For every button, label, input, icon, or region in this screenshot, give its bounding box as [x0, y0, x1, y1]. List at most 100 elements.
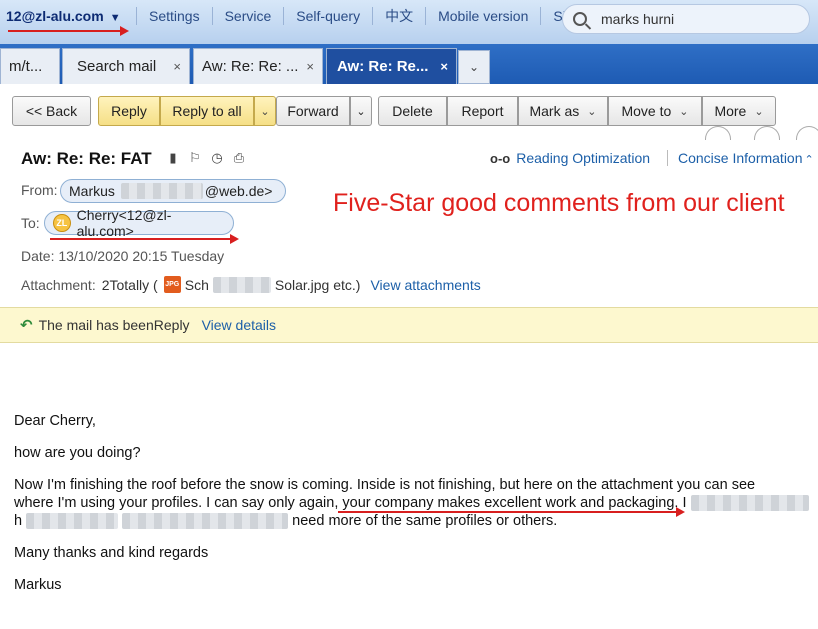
forward-label: Forward — [287, 103, 339, 119]
reply-button[interactable]: Reply — [98, 96, 160, 126]
date-row: Date: 13/10/2020 20:15 Tuesday — [21, 248, 224, 264]
from-chip[interactable]: Markus @web.de> — [60, 179, 286, 203]
search-input[interactable] — [601, 11, 791, 27]
forward-dropdown[interactable]: ⌄ — [350, 96, 372, 126]
tab-label: Aw: Re: Re... — [337, 58, 429, 75]
delete-label: Delete — [392, 103, 433, 119]
reply-all-dropdown[interactable]: ⌄ — [254, 96, 276, 126]
tab-label: Search mail — [77, 58, 157, 75]
account-email: 12@zl-alu.com — [6, 8, 104, 24]
chevron-down-icon: ▼ — [109, 12, 121, 24]
tab-label: m/t... — [9, 58, 43, 75]
service-link[interactable]: Service — [211, 7, 284, 25]
report-label: Report — [461, 103, 504, 119]
forward-button[interactable]: Forward — [276, 96, 350, 126]
tab-search-mail[interactable]: Search mail × — [62, 48, 190, 84]
attachment-label: Attachment: — [21, 276, 96, 293]
back-button[interactable]: << Back — [12, 96, 91, 126]
annotation-underline-praise — [338, 511, 676, 513]
move-to-button[interactable]: Move to ⌄ — [608, 96, 702, 126]
concise-information-label: Concise Information — [678, 150, 803, 166]
reply-arrow-icon: ↶ — [20, 317, 33, 334]
move-to-label: Move to — [621, 103, 672, 119]
mobile-version-link[interactable]: Mobile version — [425, 7, 540, 25]
redacted-block — [122, 513, 289, 530]
attachment-count: 2Totally ( — [101, 276, 158, 293]
annotation-arrow-icon — [676, 507, 685, 517]
annotation-underline-to — [50, 238, 230, 240]
subject-actions: ▮ ⚐ ◷ ⎙ — [166, 151, 246, 165]
tab-mail-1[interactable]: Aw: Re: Re: ... × — [193, 48, 323, 84]
jpg-file-icon: JPG — [163, 276, 181, 293]
date-value: 13/10/2020 20:15 Tuesday — [58, 248, 225, 264]
chevron-down-icon: ⌄ — [356, 105, 366, 118]
flag-icon[interactable]: ⚐ — [188, 151, 202, 165]
reply-all-label: Reply to all — [172, 103, 242, 119]
chevron-down-icon: ⌄ — [468, 60, 480, 74]
self-query-link[interactable]: Self-query — [283, 7, 372, 25]
redacted-block — [212, 276, 271, 293]
more-label: More — [714, 103, 747, 119]
view-attachments-link[interactable]: View attachments — [370, 277, 480, 293]
to-value: Cherry<12@zl-alu.com> — [76, 207, 172, 239]
date-label: Date: — [21, 248, 55, 264]
attachment-name-suffix: Solar.jpg etc.) — [274, 276, 361, 293]
body-line: need more of the same profiles or others… — [292, 513, 558, 529]
body-line: how are you doing? — [14, 445, 141, 461]
report-button[interactable]: Report — [447, 96, 518, 126]
chinese-link[interactable]: 中文 — [372, 7, 425, 25]
chevron-down-icon: ⌄ — [587, 105, 597, 118]
redacted-block — [690, 495, 809, 512]
mark-as-button[interactable]: Mark as ⌄ — [518, 96, 608, 126]
clock-icon[interactable]: ◷ — [210, 151, 224, 165]
redacted-block — [26, 513, 119, 530]
tab-bar: m/t... Search mail × Aw: Re: Re: ... × A… — [0, 44, 818, 84]
redacted-block — [120, 183, 203, 199]
to-chip[interactable]: ZL Cherry<12@zl-alu.com> — [44, 207, 234, 239]
account-menu[interactable]: 12@zl-alu.com ▼ — [6, 8, 121, 24]
closing: Many thanks and kind regards — [14, 545, 209, 561]
attachment-row: Attachment: 2Totally ( JPG Sch Solar.jpg… — [21, 276, 481, 293]
bookmark-icon[interactable]: ▮ — [166, 151, 180, 165]
tab-inbox[interactable]: m/t... — [0, 48, 60, 84]
reading-optimization-link[interactable]: o-o Reading Optimization — [490, 150, 650, 166]
top-links: Settings Service Self-query 中文 Mobile ve… — [136, 7, 617, 25]
tab-label: Aw: Re: Re: ... — [202, 58, 299, 75]
glasses-icon: o-o — [490, 150, 511, 166]
mail-toolbar: << Back Reply Reply to all ⌄ Forward ⌄ D… — [0, 84, 818, 142]
delete-button[interactable]: Delete — [378, 96, 447, 126]
mark-as-label: Mark as — [529, 103, 580, 119]
search-icon[interactable] — [573, 12, 587, 26]
annotation-underline-account — [8, 30, 120, 32]
settings-link[interactable]: Settings — [136, 7, 212, 25]
tabs-overflow-button[interactable]: ⌄ — [458, 50, 490, 84]
annotation-text: Five-Star good comments from our client — [333, 189, 785, 217]
body-line: where I'm using your profiles. I can say… — [14, 495, 687, 511]
attachment-name-prefix: Sch — [184, 276, 209, 293]
body-line: Now I'm finishing the roof before the sn… — [14, 477, 756, 493]
reply-all-button[interactable]: Reply to all — [160, 96, 254, 126]
chevron-down-icon: ⌄ — [754, 105, 764, 118]
greeting: Dear Cherry, — [14, 413, 96, 429]
from-domain: @web.de> — [204, 183, 273, 199]
from-name: Markus — [69, 183, 115, 199]
view-details-link[interactable]: View details — [202, 317, 276, 333]
company-logo-icon: ZL — [53, 214, 71, 232]
annotation-arrow-icon — [120, 26, 129, 36]
annotation-arrow-icon — [230, 234, 239, 244]
top-bar: 12@zl-alu.com ▼ Settings Service Self-que… — [0, 0, 818, 44]
print-icon[interactable]: ⎙ — [232, 151, 246, 165]
search-box — [562, 4, 810, 34]
body-line-prefix: h — [14, 513, 23, 529]
chevron-up-icon: ⌃ — [804, 154, 814, 166]
close-icon[interactable]: × — [300, 59, 314, 74]
chevron-down-icon: ⌄ — [260, 105, 270, 118]
body-paragraph: Now I'm finishing the roof before the sn… — [14, 476, 814, 530]
more-button[interactable]: More ⌄ — [702, 96, 776, 126]
tab-mail-active[interactable]: Aw: Re: Re... × — [326, 48, 457, 84]
from-label: From: — [21, 182, 58, 198]
close-icon[interactable]: × — [167, 59, 181, 74]
close-icon[interactable]: × — [434, 59, 448, 74]
mail-body: Dear Cherry, how are you doing? Now I'm … — [14, 412, 814, 608]
concise-information-link[interactable]: Concise Information ⌃ — [667, 150, 814, 166]
